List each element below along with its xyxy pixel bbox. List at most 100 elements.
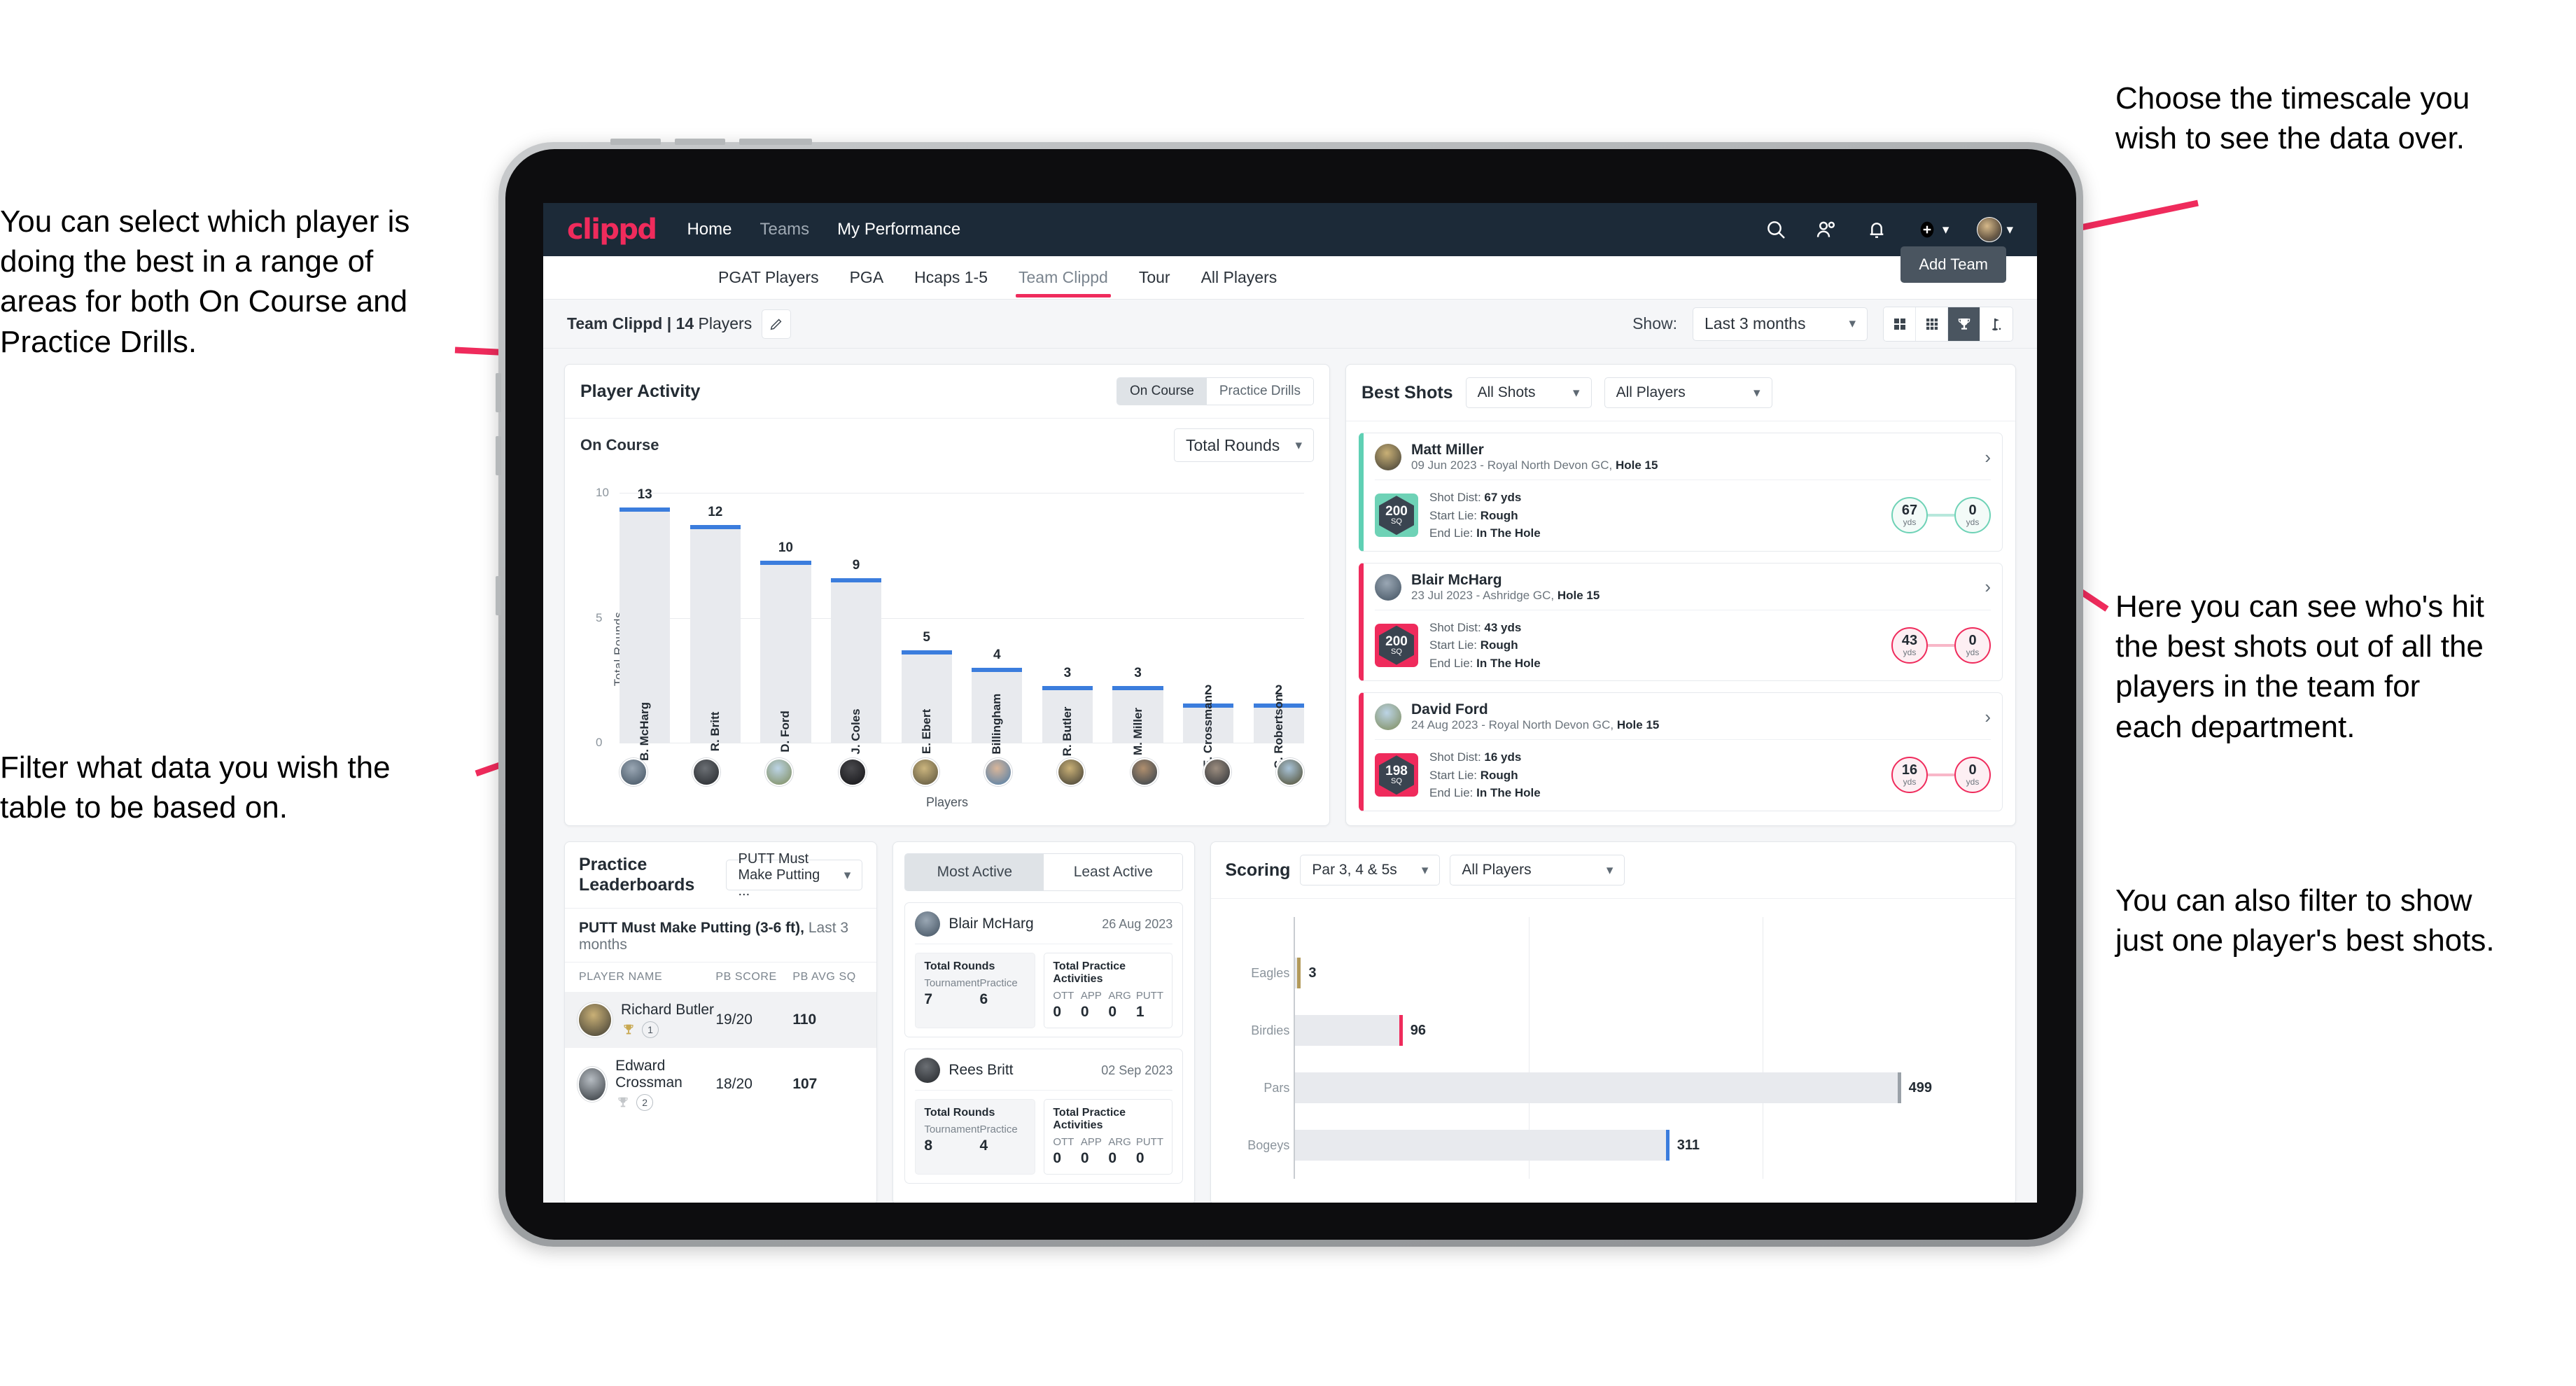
activity-player-name: Rees Britt — [948, 1062, 1014, 1078]
drill-name: PUTT Must Make Putting (3-6 ft), — [579, 920, 804, 936]
bar-label: J. Coles — [849, 708, 863, 755]
scoring-row-label: Birdies — [1251, 1023, 1290, 1037]
bar-column[interactable]: 4 D. Billingham — [972, 493, 1023, 769]
player-avatar[interactable] — [692, 758, 721, 786]
annotation-filter-table: Filter what data you wish the table to b… — [0, 750, 391, 825]
activity-player-card[interactable]: Blair McHarg 26 Aug 2023 Total Rounds To… — [904, 902, 1184, 1037]
practice-activities-cols: OTT 0 APP 0 ARG 0 PUTT 1 — [1053, 990, 1163, 1021]
app-logo[interactable]: clippd — [567, 214, 657, 246]
nav-link-home[interactable]: Home — [687, 220, 732, 239]
drill-select[interactable]: PUTT Must Make Putting ... ▾ — [726, 851, 863, 899]
stat-value: 0 — [1108, 1004, 1117, 1020]
stat-key: OTT — [1053, 990, 1074, 1002]
bar-column[interactable]: 5 E. Ebert — [901, 493, 952, 754]
shot-dist-row: Shot Dist: 43 yds — [1429, 619, 1541, 637]
nav-link-my-performance[interactable]: My Performance — [837, 220, 960, 239]
scoring-bar-row[interactable]: Pars 499 — [1264, 1072, 1997, 1103]
player-avatar[interactable] — [765, 758, 794, 786]
par-select[interactable]: Par 3, 4 & 5s ▾ — [1300, 855, 1441, 886]
best-shot-card[interactable]: Blair McHarg 23 Jul 2023 - Ashridge GC, … — [1359, 562, 2003, 681]
add-team-button[interactable]: Add Team — [1900, 246, 2006, 283]
segment-practice-drills[interactable]: Practice Drills — [1206, 378, 1313, 405]
activity-player-card[interactable]: Rees Britt 02 Sep 2023 Total Rounds Tour… — [904, 1049, 1184, 1184]
best-shot-card[interactable]: David Ford 24 Aug 2023 - Royal North Dev… — [1359, 692, 2003, 811]
trophy-icon — [618, 1097, 628, 1107]
distance-to-value: 0 — [1968, 762, 1977, 778]
best-shots-player-select[interactable]: All Players ▾ — [1604, 377, 1772, 408]
trophy-icon — [624, 1024, 634, 1035]
chevron-right-icon[interactable]: › — [1984, 706, 1991, 728]
people-icon[interactable] — [1815, 218, 1837, 241]
end-lie-label: End Lie: — [1429, 786, 1477, 799]
avatar[interactable]: ▾ — [1977, 217, 2013, 242]
player-avatar[interactable] — [1057, 758, 1086, 786]
best-shot-body: 198 SQ Shot Dist: 16 yds Start Lie: Roug… — [1375, 739, 1991, 802]
metric-select[interactable]: Total Rounds ▾ — [1174, 428, 1314, 462]
view-toggle-golf-flag[interactable] — [1980, 307, 2012, 341]
shot-type-select[interactable]: All Shots ▾ — [1465, 377, 1592, 408]
table-row[interactable]: Edward Crossman 2 18/20 107 — [565, 1048, 876, 1121]
bar-column[interactable]: 9 J. Coles — [830, 493, 882, 755]
bar-column[interactable]: 13 B. McHarg — [620, 487, 671, 761]
distance-to: 0 yds — [1954, 497, 1991, 534]
view-toggle-trophy[interactable] — [1948, 307, 1980, 341]
player-avatar[interactable] — [1130, 758, 1158, 786]
bar-column[interactable]: 12 R. Britt — [690, 493, 741, 751]
device-button-1 — [610, 139, 661, 145]
start-lie-label: Start Lie: — [1429, 638, 1480, 652]
tab-least-active[interactable]: Least Active — [1044, 854, 1183, 890]
edit-team-button[interactable] — [762, 309, 792, 339]
view-toggle-grid-2x2[interactable] — [1884, 307, 1916, 341]
tab-hcaps-1-5[interactable]: Hcaps 1-5 — [914, 258, 988, 297]
best-shot-card[interactable]: Matt Miller 09 Jun 2023 - Royal North De… — [1359, 433, 2003, 552]
distance-to: 0 yds — [1954, 757, 1991, 794]
scoring-bar-row[interactable]: Eagles 3 — [1251, 958, 1997, 988]
nav-link-teams[interactable]: Teams — [760, 220, 809, 239]
leaderboard-player-name: Richard Butler — [621, 1002, 715, 1018]
scoring-bar-row[interactable]: Bogeys 311 — [1247, 1130, 1997, 1161]
segment-on-course[interactable]: On Course — [1117, 378, 1207, 405]
bar-column[interactable]: 2 C. Robertson — [1253, 493, 1304, 769]
stat-cell: Practice 4 — [980, 1124, 1027, 1154]
table-row[interactable]: Richard Butler 1 19/20 110 — [565, 992, 877, 1048]
timescale-select[interactable]: Last 3 months ▾ — [1693, 307, 1868, 341]
scoring-player-select[interactable]: All Players ▾ — [1450, 855, 1625, 886]
scoring-bar-row[interactable]: Birdies 96 — [1251, 1015, 1997, 1046]
avatar — [579, 1004, 611, 1036]
scoring-card: Scoring Par 3, 4 & 5s ▾ All Players ▾ Ea… — [1210, 841, 2016, 1203]
distance-from-unit: yds — [1903, 517, 1917, 528]
bar-column[interactable]: 10 D. Ford — [760, 493, 811, 752]
sub-toolbar: Team Clippd | 14 Players Show: Last 3 mo… — [543, 300, 2037, 349]
tab-team-clippd[interactable]: Team Clippd — [1016, 258, 1111, 298]
chevron-right-icon[interactable]: › — [1984, 576, 1991, 598]
player-avatar[interactable] — [911, 758, 939, 786]
plus-circle-icon[interactable]: ▾ — [1916, 218, 1949, 241]
tab-all-players[interactable]: All Players — [1201, 258, 1278, 297]
best-shot-hole: Hole 15 — [1616, 718, 1660, 732]
player-avatar[interactable] — [984, 758, 1013, 786]
tab-pgat-players[interactable]: PGAT Players — [718, 258, 819, 297]
player-avatar[interactable] — [838, 758, 867, 786]
activity-player-name: Blair McHarg — [948, 916, 1034, 932]
best-shot-meta: 09 Jun 2023 - Royal North Devon GC, Hole… — [1411, 458, 1658, 472]
tab-most-active[interactable]: Most Active — [905, 854, 1044, 890]
start-lie-value: Rough — [1480, 508, 1518, 522]
chevron-right-icon[interactable]: › — [1984, 447, 1991, 468]
search-icon[interactable] — [1765, 218, 1787, 241]
tab-tour[interactable]: Tour — [1139, 258, 1170, 297]
stat-key: PUTT — [1135, 990, 1163, 1002]
start-lie-label: Start Lie: — [1429, 768, 1480, 782]
pencil-icon — [770, 318, 782, 330]
player-avatar[interactable] — [620, 758, 648, 786]
view-toggle-grid-3x3[interactable] — [1916, 307, 1948, 341]
bar-column[interactable]: 2 E. Crossman — [1183, 493, 1234, 768]
stat-value: 6 — [979, 991, 988, 1007]
bar-column[interactable]: 3 M. Miller — [1112, 493, 1163, 755]
distance-from: 43 yds — [1891, 626, 1928, 664]
player-avatar[interactable] — [1203, 758, 1231, 786]
bar-column[interactable]: 3 R. Butler — [1042, 493, 1093, 756]
tab-pga[interactable]: PGA — [850, 258, 884, 297]
player-avatar[interactable] — [1275, 758, 1304, 786]
bell-icon[interactable] — [1865, 218, 1888, 241]
annotation-filter-player: You can also filter to show just one pla… — [2115, 883, 2495, 958]
